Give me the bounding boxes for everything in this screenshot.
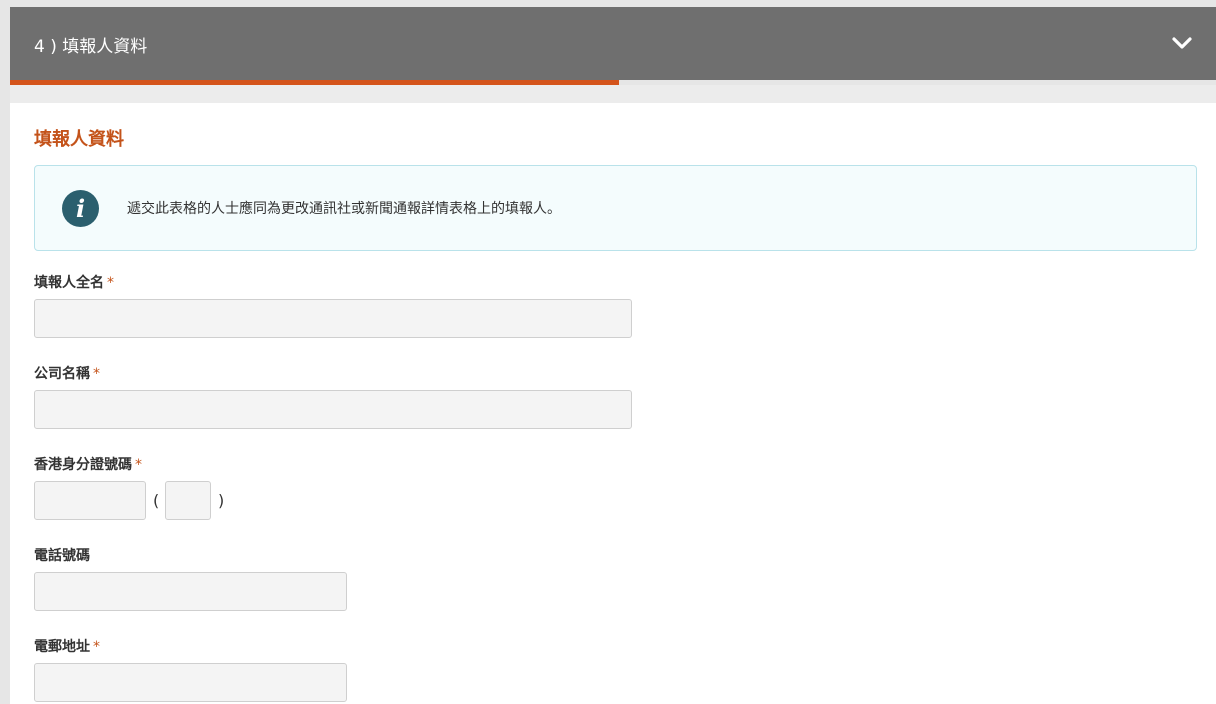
info-icon: i <box>62 190 99 227</box>
info-notice: i 遞交此表格的人士應同為更改通訊社或新聞通報詳情表格上的填報人。 <box>34 165 1197 251</box>
email-label-text: 電郵地址 <box>34 639 90 655</box>
hkid-check-digit-input[interactable] <box>165 481 211 520</box>
phone-input[interactable] <box>34 572 347 611</box>
accordion-header[interactable]: 4 ) 填報人資料 <box>10 7 1216 80</box>
full-name-input[interactable] <box>34 299 632 338</box>
header-divider <box>10 85 1216 103</box>
required-marker: * <box>93 366 100 382</box>
required-marker: * <box>135 457 142 473</box>
hkid-label: 香港身分證號碼 * <box>34 455 142 475</box>
hkid-open-paren: ( <box>153 491 160 510</box>
company-name-input[interactable] <box>34 390 632 429</box>
full-name-label-text: 填報人全名 <box>34 275 104 291</box>
accordion-title: 4 ) 填報人資料 <box>34 37 148 57</box>
email-label: 電郵地址 * <box>34 637 100 657</box>
phone-label-text: 電話號碼 <box>34 548 90 564</box>
hkid-label-text: 香港身分證號碼 <box>34 457 132 473</box>
section-title: 填報人資料 <box>34 129 124 150</box>
hkid-main-input[interactable] <box>34 481 146 520</box>
form-frame: 4 ) 填報人資料 填報人資料 i 遞交此表格的人士應同為更改通訊社或新聞通報詳… <box>10 7 1216 704</box>
full-name-label: 填報人全名 * <box>34 273 114 293</box>
info-notice-text: 遞交此表格的人士應同為更改通訊社或新聞通報詳情表格上的填報人。 <box>127 201 561 217</box>
required-marker: * <box>107 275 114 291</box>
phone-label: 電話號碼 <box>34 546 90 566</box>
chevron-down-icon[interactable] <box>1170 31 1194 55</box>
company-name-label: 公司名稱 * <box>34 364 100 384</box>
email-input[interactable] <box>34 663 347 702</box>
required-marker: * <box>93 639 100 655</box>
company-name-label-text: 公司名稱 <box>34 366 90 382</box>
hkid-close-paren: ) <box>218 491 225 510</box>
